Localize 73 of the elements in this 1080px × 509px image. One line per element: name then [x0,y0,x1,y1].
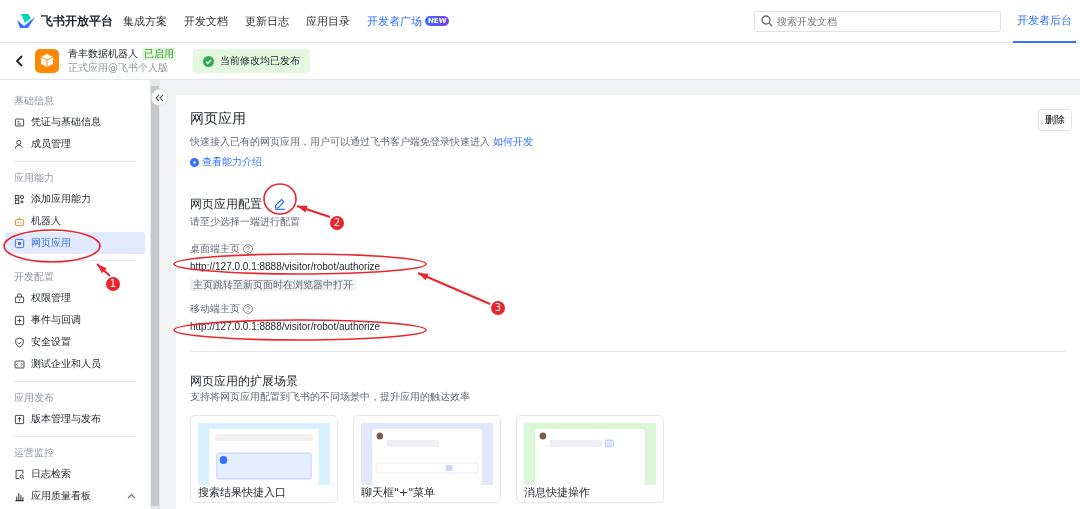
publish-status-text: 当前修改均已发布 [220,54,300,68]
upload-icon [14,413,25,425]
sidebar-item[interactable]: 事件与回调 [5,309,145,331]
nav-link[interactable]: 集成方案 [123,13,167,29]
person-icon [14,138,25,150]
sidebar-item[interactable]: 添加应用能力 [5,188,145,210]
shield-icon [14,336,25,348]
sidebar-item[interactable]: 应用质量看板 [5,485,145,507]
url-value: http://127.0.0.1:8888/visitor/robot/authorize [190,320,381,334]
edit-icon[interactable] [274,198,286,210]
sidebar-item[interactable]: 凭证与基础信息 [5,111,145,133]
log-search-icon [14,468,25,480]
intro-link[interactable]: 查看能力介绍 [190,155,262,169]
section-title: 网页应用配置 [190,196,262,213]
sidebar-heading: 基础信息 [13,94,55,108]
play-icon [190,157,199,167]
sidebar-heading: 应用发布 [13,391,55,405]
annotation-ellipse [263,183,297,215]
app-icon [35,49,59,73]
sidebar-item[interactable]: 网页应用 [5,232,145,254]
sidebar-item[interactable]: 日志检索 [5,463,145,485]
sidebar-item[interactable]: 版本管理与发布 [5,408,145,430]
section-title: 网页应用的扩展场景 [190,373,298,390]
scene-card-title: 聊天框"+"菜单 [361,486,437,500]
sidebar-item[interactable]: 机器人 [5,210,145,232]
sidebar-heading: 运营监控 [13,446,55,460]
back-icon[interactable] [16,55,24,67]
url-value: http://127.0.0.1:8888/visitor/robot/authorize [190,260,381,274]
bar-chart-icon [14,490,25,502]
how-to-link[interactable]: 如何开发 [493,136,534,147]
app-subtitle: 正式应用@飞书个人版 [68,61,169,75]
help-icon[interactable] [243,244,253,254]
robot-icon [14,215,25,227]
section-hint: 请至少选择一端进行配置 [190,215,300,229]
scene-card[interactable]: 搜索结果快捷入口 [190,415,338,503]
double-chevron-icon [155,93,164,102]
sidebar-item[interactable]: 安全设置 [5,331,145,353]
field-label: 桌面端主页 [190,242,240,256]
web-icon [14,237,25,249]
card-icon [14,116,25,128]
scene-card-title: 搜索结果快捷入口 [198,486,287,500]
page-description: 快速接入已有的网页应用，用户可以通过飞书客户端免登录快速进入 [190,136,490,147]
page-title: 网页应用 [190,109,246,127]
grid-icon [14,193,25,205]
sidebar-item[interactable]: 测试企业和人员 [5,353,145,375]
field-label: 移动端主页 [190,302,240,316]
search-icon [761,15,773,27]
scene-card[interactable]: 消息快捷操作 [516,415,664,503]
sidebar-heading: 开发配置 [13,270,55,284]
section-description: 支持将网页应用配置到飞书的不同场景中，提升应用的触达效率 [190,390,470,404]
scene-card-title: 消息快捷操作 [524,486,591,500]
nav-link[interactable]: 开发文档 [184,13,228,29]
caret-icon[interactable] [127,493,136,499]
scene-card[interactable]: 聊天框"+"菜单 [353,415,501,503]
annotation-arrow [296,205,331,218]
code-icon [14,358,25,370]
nav-link[interactable]: 应用目录 [306,13,350,29]
scrollbar[interactable] [151,86,159,506]
app-name: 青丰数据机器人 [68,47,138,61]
delete-button[interactable]: 删除 [1038,109,1072,131]
annotation-arrow [96,263,111,277]
logo-icon [16,13,36,29]
help-icon[interactable] [243,304,253,314]
check-icon [203,55,214,67]
sidebar-heading: 应用能力 [13,171,55,185]
search-field[interactable]: 搜索开发文档 [754,10,1001,32]
plus-box-icon [14,314,25,326]
lock-icon [14,292,25,304]
sidebar-item[interactable]: 成员管理 [5,133,145,155]
option-tag: 主页跳转至新页面时在浏览器中打开 [190,279,356,291]
status-tag: 已启用 [142,48,176,60]
platform-title: 飞书开放平台 [41,12,113,30]
nav-link[interactable]: 更新日志 [245,13,289,29]
